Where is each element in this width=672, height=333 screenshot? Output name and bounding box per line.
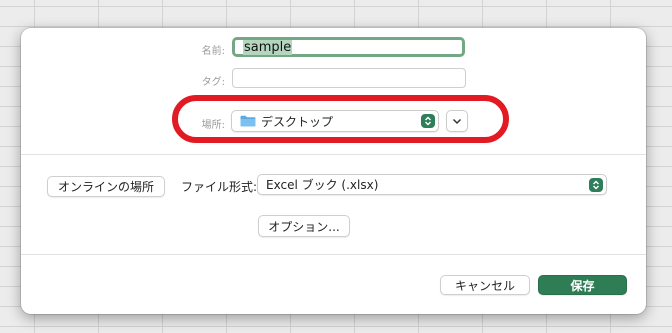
- options-button[interactable]: オプション...: [258, 215, 350, 237]
- name-label: 名前:: [201, 46, 225, 57]
- cancel-button[interactable]: キャンセル: [440, 275, 530, 295]
- name-value: sample: [243, 39, 293, 55]
- divider: [21, 254, 646, 255]
- online-locations-button[interactable]: オンラインの場所: [47, 176, 165, 197]
- format-popup[interactable]: Excel ブック (.xlsx): [257, 174, 607, 195]
- name-field[interactable]: sample: [232, 37, 465, 57]
- divider: [21, 154, 646, 155]
- save-dialog: 名前: sample タグ: 場所: デスクトップ オンラインの場所 ファイル形…: [21, 28, 646, 314]
- save-button[interactable]: 保存: [538, 275, 627, 295]
- tag-label: タグ:: [201, 77, 225, 88]
- format-label: ファイル形式:: [181, 180, 258, 194]
- updown-stepper-icon: [589, 178, 603, 192]
- red-highlight-ellipse: [172, 95, 509, 143]
- format-value: Excel ブック (.xlsx): [266, 178, 379, 192]
- tag-field[interactable]: [232, 68, 466, 88]
